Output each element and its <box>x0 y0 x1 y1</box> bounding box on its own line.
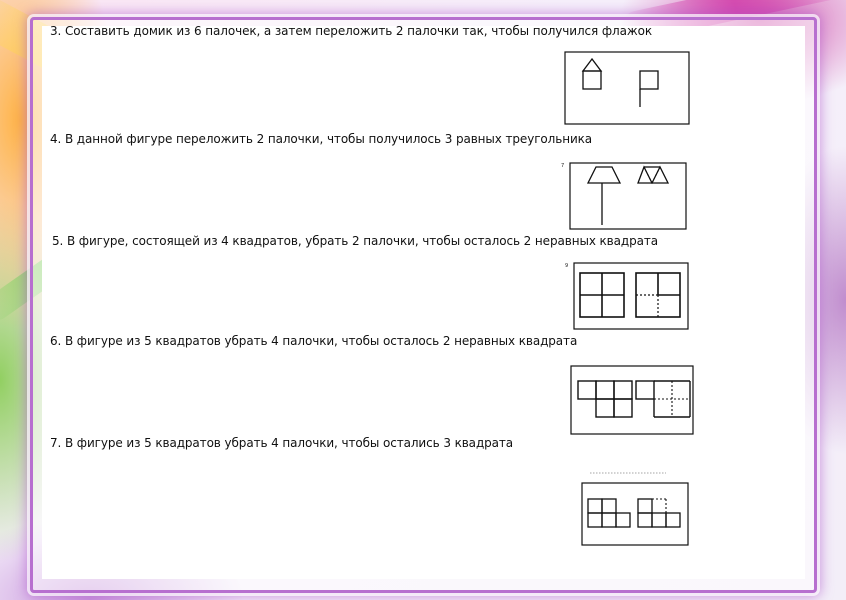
task-4-text: 4. В данной фигуре переложить 2 палочки,… <box>50 132 593 146</box>
task-6-text: 6. В фигуре из 5 квадратов убрать 4 пало… <box>50 334 578 348</box>
task-3-figure-house-flag <box>564 51 690 125</box>
task-7-text: 7. В фигуре из 5 квадратов убрать 4 пало… <box>50 436 514 450</box>
task-7-figure-five-squares <box>576 471 692 547</box>
task-5-figure-number: 9 <box>565 263 568 269</box>
task-6-figure-five-squares <box>570 365 694 435</box>
task-5-text: 5. В фигуре, состоящей из 4 квадратов, у… <box>52 234 659 248</box>
task-4-figure-number: 7 <box>561 163 564 169</box>
worksheet-panel: 3. Составить домик из 6 палочек, а затем… <box>42 24 805 579</box>
task-4-figure-triangles: 7 <box>558 161 688 231</box>
task-5-figure-squares: 9 <box>564 261 690 331</box>
task-3-text: 3. Составить домик из 6 палочек, а затем… <box>50 24 652 38</box>
